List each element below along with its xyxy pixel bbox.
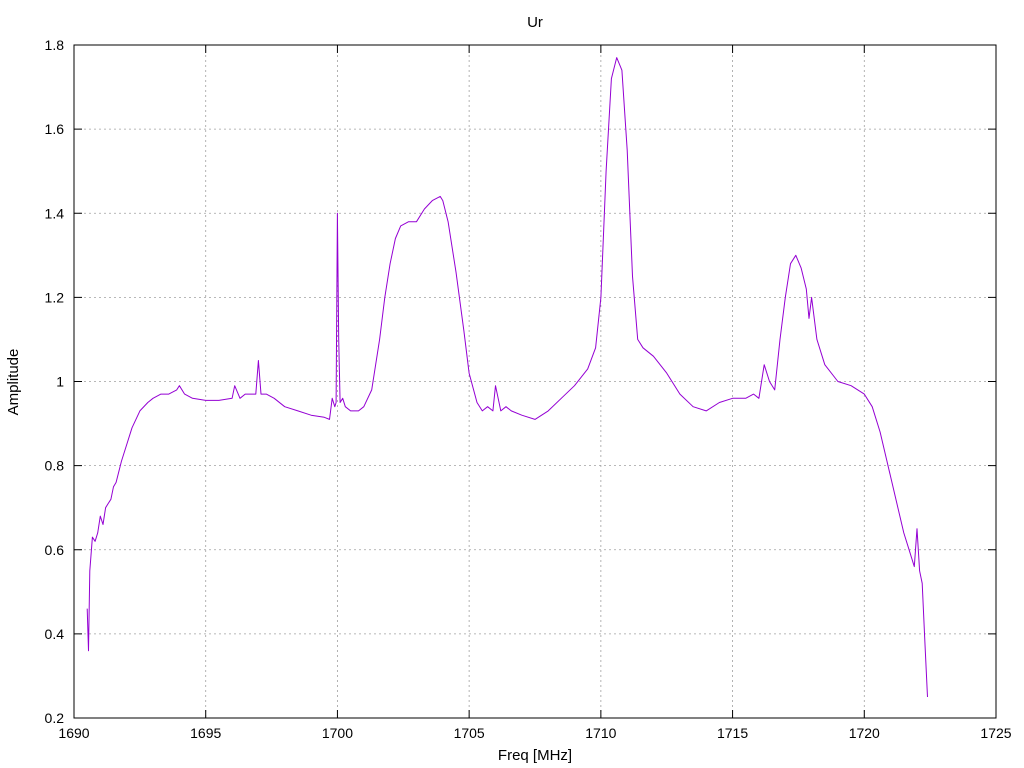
y-tick-label: 1.6	[45, 121, 65, 137]
x-tick-label: 1725	[980, 725, 1011, 741]
x-axis-label: Freq [MHz]	[498, 747, 572, 764]
y-tick-label: 0.8	[45, 458, 65, 474]
y-tick-label: 0.4	[45, 626, 65, 642]
series-line	[86, 57, 928, 698]
grid	[74, 45, 996, 718]
y-axis-label: Amplitude	[5, 349, 22, 416]
x-tick-label: 1710	[585, 725, 616, 741]
line-chart: 1690 1695 1700 1705 1710 1715 1720 1725 0.2 0.4 0.…	[5, 14, 1012, 764]
y-tick-label: 1.8	[45, 37, 65, 53]
x-tick-label: 1715	[717, 725, 748, 741]
chart-title: Ur	[527, 14, 543, 31]
x-tick-label: 1700	[322, 725, 353, 741]
y-tick-label: 1.2	[45, 289, 65, 305]
ticks: 1690 1695 1700 1705 1710 1715 1720 1725 0.2 0.4 0.…	[45, 37, 1012, 741]
x-tick-label: 1705	[454, 725, 485, 741]
x-tick-label: 1690	[58, 725, 89, 741]
y-tick-label: 0.2	[45, 710, 65, 726]
y-tick-label: 0.6	[45, 542, 65, 558]
y-tick-label: 1	[56, 374, 64, 390]
x-tick-label: 1695	[190, 725, 221, 741]
y-tick-label: 1.4	[45, 205, 65, 221]
x-tick-label: 1720	[849, 725, 880, 741]
series-group	[86, 57, 928, 698]
